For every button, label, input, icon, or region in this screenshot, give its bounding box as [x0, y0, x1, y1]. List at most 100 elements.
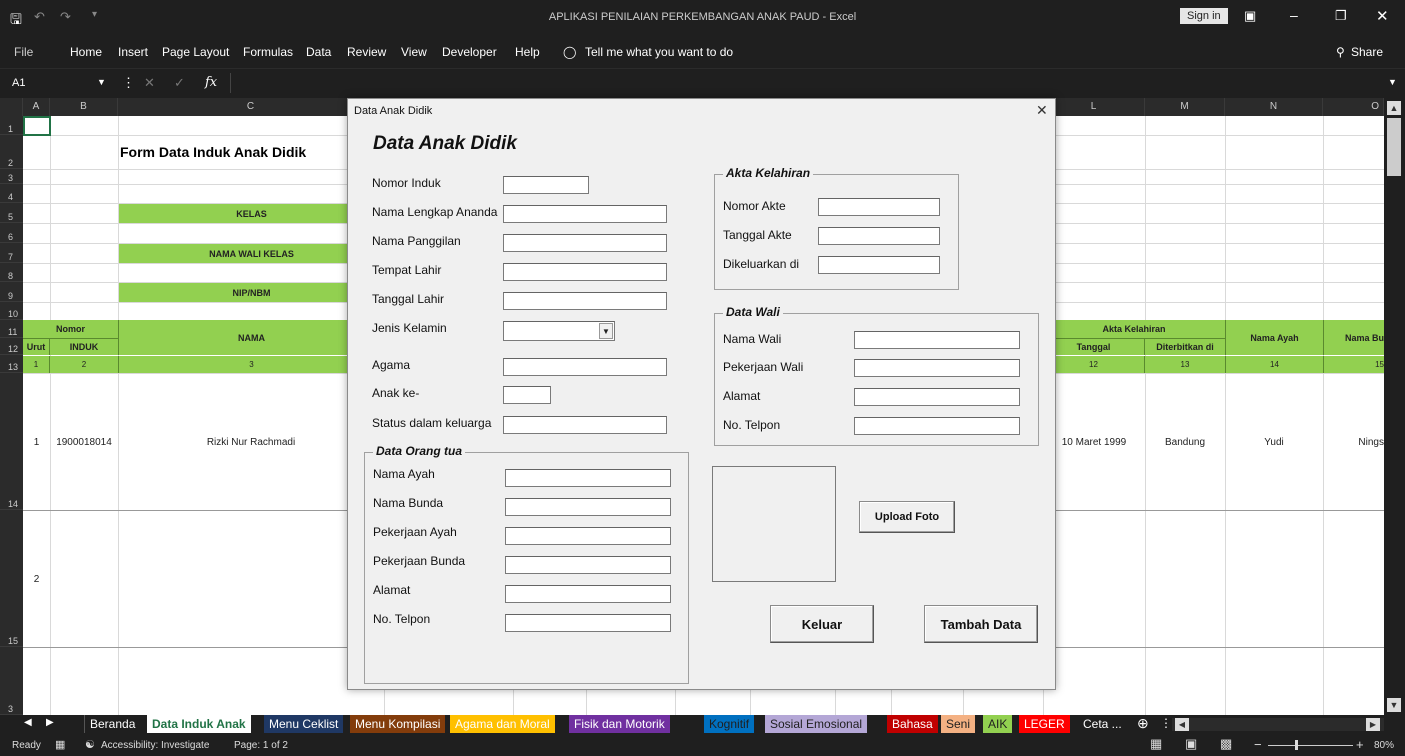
name-box-dropdown-icon[interactable]: ▼: [97, 77, 106, 87]
tab-bahasa[interactable]: Bahasa: [887, 715, 938, 733]
insert-function-icon[interactable]: fx: [205, 75, 217, 90]
row1-ayah[interactable]: Yudi: [1225, 374, 1323, 510]
vertical-scrollbar[interactable]: ▲ ▼: [1384, 98, 1405, 715]
input-agama[interactable]: [503, 358, 667, 376]
row-header[interactable]: 1: [0, 116, 23, 135]
formula-input[interactable]: [230, 73, 1380, 93]
tab-data-induk-anak[interactable]: Data Induk Anak: [147, 715, 251, 733]
dropdown-arrow-icon[interactable]: ▼: [599, 323, 613, 339]
tab-sosial-emosional[interactable]: Sosial Emosional: [765, 715, 868, 733]
row-header[interactable]: 12: [0, 338, 23, 355]
horizontal-scrollbar[interactable]: [1172, 718, 1384, 731]
input-nama-ayah[interactable]: [505, 469, 671, 487]
menu-review[interactable]: Review: [347, 45, 386, 59]
row-header[interactable]: 15: [0, 510, 23, 647]
zoom-slider[interactable]: [1268, 745, 1353, 746]
row1-nama[interactable]: Rizki Nur Rachmadi: [118, 374, 384, 510]
tab-seni[interactable]: Seni: [941, 715, 976, 733]
close-icon[interactable]: ✕: [1376, 7, 1389, 25]
input-telpon-ortu[interactable]: [505, 614, 671, 632]
input-status-keluarga[interactable]: [503, 416, 667, 434]
column-header-o[interactable]: O: [1323, 98, 1384, 116]
input-nomor-akte[interactable]: [818, 198, 940, 216]
zoom-out-icon[interactable]: −: [1254, 737, 1262, 752]
zoom-in-icon[interactable]: +: [1356, 737, 1364, 752]
accessibility-status[interactable]: Accessibility: Investigate: [101, 740, 209, 751]
page-layout-view-icon[interactable]: ▣: [1185, 736, 1197, 752]
menu-developer[interactable]: Developer: [442, 45, 497, 59]
input-nama-bunda[interactable]: [505, 498, 671, 516]
row-header[interactable]: 9: [0, 282, 23, 302]
row-header[interactable]: 13: [0, 355, 23, 373]
add-sheet-icon[interactable]: ⊕: [1137, 715, 1149, 732]
share-button[interactable]: Share: [1351, 45, 1383, 59]
column-header-m[interactable]: M: [1145, 98, 1225, 116]
cancel-icon[interactable]: ✕: [144, 75, 155, 91]
input-alamat-ortu[interactable]: [505, 585, 671, 603]
page-break-view-icon[interactable]: ▩: [1220, 736, 1232, 752]
input-pekerjaan-ayah[interactable]: [505, 527, 671, 545]
keluar-button[interactable]: Keluar: [770, 605, 874, 643]
input-anak-ke[interactable]: [503, 386, 551, 404]
tab-menu-kompilasi[interactable]: Menu Kompilasi: [350, 715, 446, 733]
input-alamat-wali[interactable]: [854, 388, 1020, 406]
macro-record-icon[interactable]: ▦: [55, 738, 65, 751]
input-nomor-induk[interactable]: [503, 176, 589, 194]
dialog-close-icon[interactable]: ✕: [1036, 102, 1048, 119]
input-telpon-wali[interactable]: [854, 417, 1020, 435]
input-nama-panggilan[interactable]: [503, 234, 667, 252]
menu-view[interactable]: View: [401, 45, 427, 59]
tab-scroll-right-icon[interactable]: ▶: [46, 717, 54, 728]
expand-formula-icon[interactable]: ▼: [1388, 77, 1397, 87]
menu-page-layout[interactable]: Page Layout: [162, 45, 229, 59]
select-all-corner[interactable]: [0, 98, 23, 116]
restore-icon[interactable]: ❐: [1335, 8, 1347, 24]
input-pekerjaan-bunda[interactable]: [505, 556, 671, 574]
row-header[interactable]: 3: [0, 169, 23, 184]
share-icon[interactable]: ⚲: [1336, 45, 1345, 59]
tab-agama-dan-moral[interactable]: Agama dan Moral: [450, 715, 555, 733]
menu-insert[interactable]: Insert: [118, 45, 148, 59]
input-tanggal-lahir[interactable]: [503, 292, 667, 310]
row-header[interactable]: 8: [0, 263, 23, 282]
column-header-b[interactable]: B: [50, 98, 118, 116]
hscroll-right-icon[interactable]: ▶: [1366, 718, 1380, 731]
minimize-icon[interactable]: –: [1290, 7, 1298, 23]
zoom-level[interactable]: 80%: [1374, 740, 1394, 751]
column-header-a[interactable]: A: [23, 98, 50, 116]
row-header[interactable]: 11: [0, 320, 23, 338]
menu-formulas[interactable]: Formulas: [243, 45, 293, 59]
column-header-c[interactable]: C: [118, 98, 384, 116]
row2-urut[interactable]: 2: [23, 511, 50, 647]
accessibility-icon[interactable]: ☯: [85, 738, 95, 751]
row1-urut[interactable]: 1: [23, 374, 50, 510]
row-header[interactable]: 3: [0, 647, 23, 715]
upload-foto-button[interactable]: Upload Foto: [859, 501, 955, 533]
tab-scroll-left-icon[interactable]: ◀: [24, 717, 32, 728]
input-pekerjaan-wali[interactable]: [854, 359, 1020, 377]
scroll-thumb[interactable]: [1387, 118, 1401, 176]
name-box[interactable]: A1: [12, 77, 25, 89]
tab-leger[interactable]: LEGER: [1019, 715, 1070, 733]
row-header[interactable]: 10: [0, 302, 23, 320]
row-header[interactable]: 6: [0, 223, 23, 243]
tab-menu-ceklist[interactable]: Menu Ceklist: [264, 715, 344, 733]
tab-ceta[interactable]: Ceta ...: [1078, 715, 1127, 733]
menu-file[interactable]: File: [14, 45, 33, 59]
scroll-down-icon[interactable]: ▼: [1387, 698, 1401, 712]
row-header[interactable]: 4: [0, 184, 23, 203]
row-header[interactable]: 2: [0, 135, 23, 169]
menu-home[interactable]: Home: [70, 45, 102, 59]
input-dikeluarkan-di[interactable]: [818, 256, 940, 274]
tab-kognitif[interactable]: Kognitif: [704, 715, 755, 733]
scroll-up-icon[interactable]: ▲: [1387, 101, 1401, 115]
row1-bunda[interactable]: Nings: [1323, 374, 1384, 510]
select-jenis-kelamin[interactable]: ▼: [503, 321, 615, 341]
ribbon-display-icon[interactable]: ▣: [1244, 8, 1256, 24]
enter-icon[interactable]: ✓: [174, 75, 185, 91]
active-cell[interactable]: [23, 116, 51, 136]
row-header[interactable]: 5: [0, 203, 23, 223]
row1-tanggal[interactable]: 10 Maret 1999: [1043, 374, 1145, 510]
row1-induk[interactable]: 1900018014: [50, 374, 118, 510]
column-header-l[interactable]: L: [1043, 98, 1145, 116]
